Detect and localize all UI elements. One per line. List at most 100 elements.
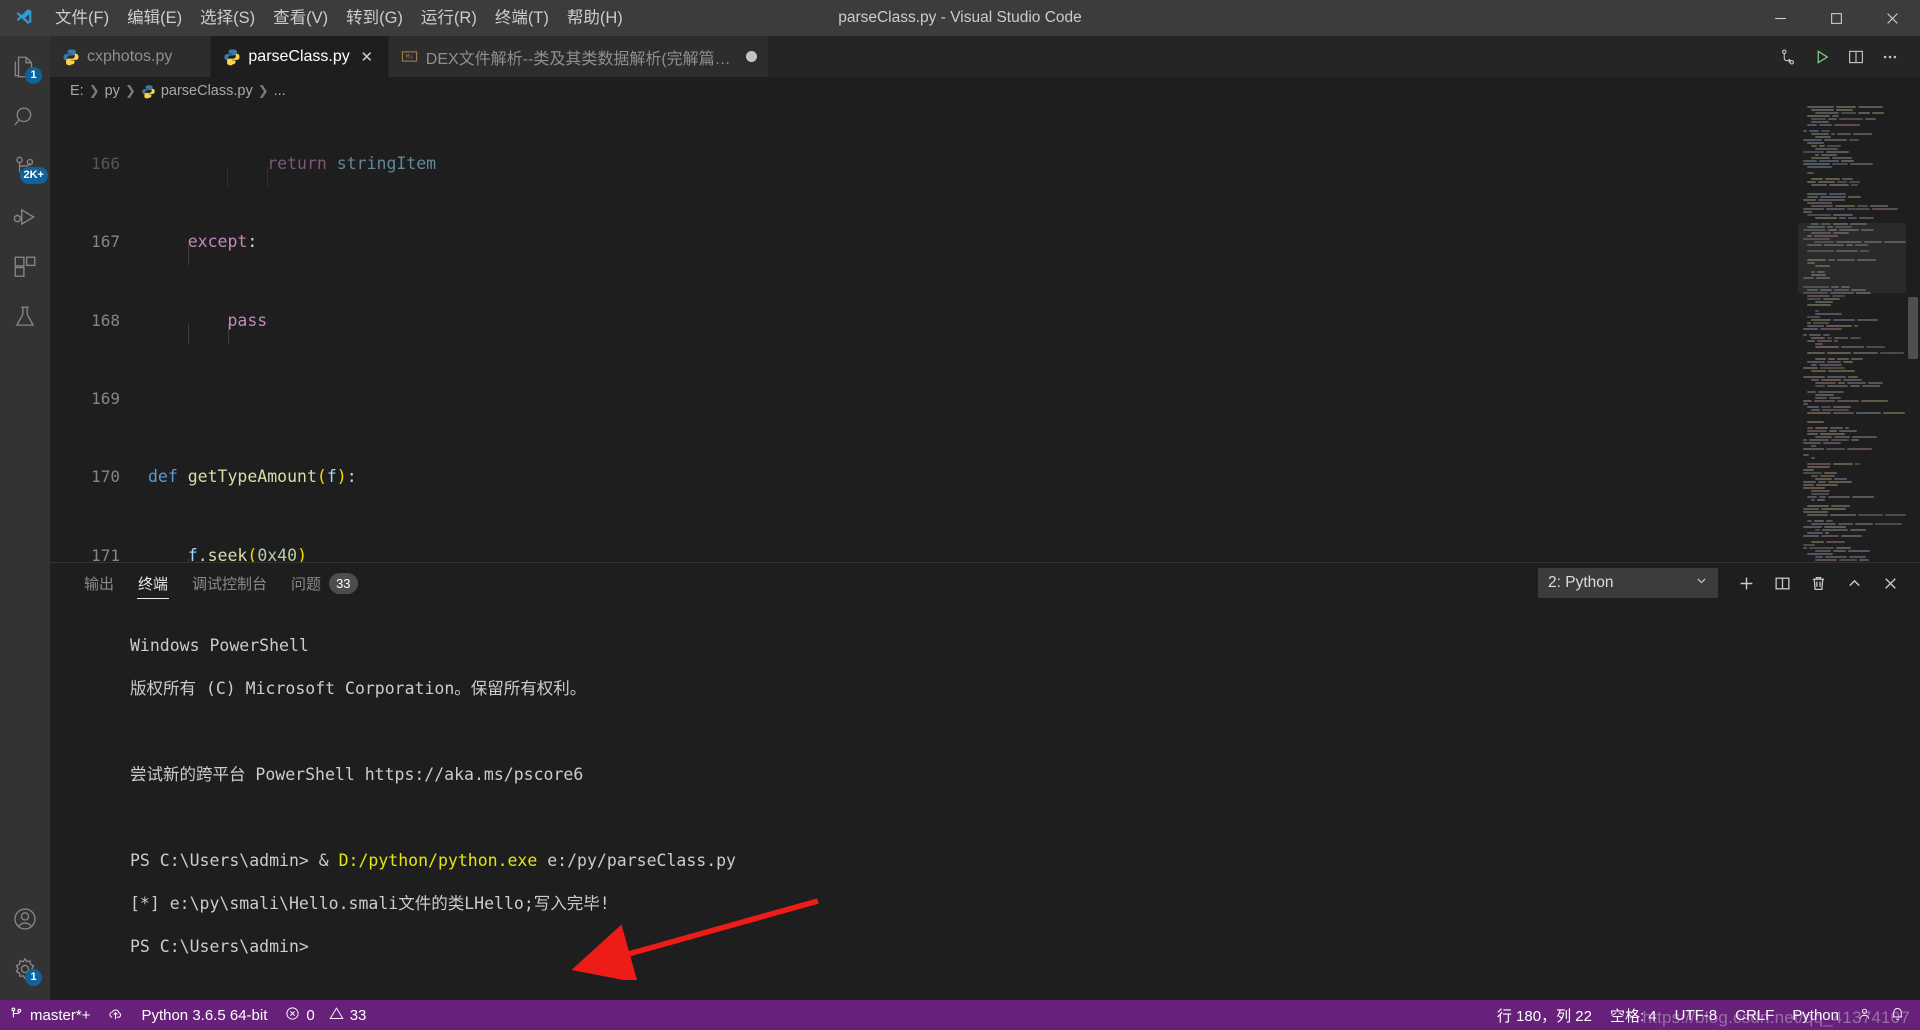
status-notifications[interactable]	[1881, 1000, 1914, 1030]
terminal-line: 尝试新的跨平台 PowerShell https://aka.ms/pscore…	[130, 764, 584, 784]
line-number: 171	[91, 545, 120, 562]
cloud-upload-icon	[108, 1006, 123, 1025]
maximize-button[interactable]	[1808, 0, 1864, 36]
warning-count: 33	[349, 1006, 367, 1024]
activity-item-testing[interactable]	[0, 292, 50, 342]
panel-tab-label: 输出	[84, 575, 115, 593]
close-button[interactable]	[1864, 0, 1920, 36]
terminal-interpreter-path: D:/python/python.exe	[338, 850, 538, 870]
status-indentation[interactable]: 空格: 4	[1601, 1000, 1666, 1030]
status-feedback[interactable]	[1848, 1000, 1881, 1030]
kill-terminal-button[interactable]	[1802, 567, 1834, 599]
new-terminal-button[interactable]	[1730, 567, 1762, 599]
breadcrumb: E: ❯ py ❯ parseClass.py ❯ ...	[50, 77, 1920, 105]
menu-run[interactable]: 运行(R)	[412, 0, 486, 36]
more-actions-button[interactable]	[1874, 41, 1906, 73]
panel-tab-problems[interactable]: 问题 33	[279, 563, 369, 603]
status-sync[interactable]	[99, 1000, 132, 1030]
maximize-panel-button[interactable]	[1838, 567, 1870, 599]
breadcrumb-item-symbol[interactable]: ...	[274, 83, 286, 99]
error-icon	[285, 1006, 300, 1025]
panel-tab-output[interactable]: 输出	[72, 563, 126, 603]
close-panel-button[interactable]	[1874, 567, 1906, 599]
run-python-file-button[interactable]	[1806, 41, 1838, 73]
terminal-instance-select[interactable]: 2: Python	[1538, 568, 1718, 598]
activity-item-search[interactable]	[0, 92, 50, 142]
workbench-body: 1 2K+ 1 cxphotos.py parseClass.py ✕ M↓ D…	[0, 36, 1920, 1000]
tab-label: DEX文件解析--类及其类数据解析(完解篇).md	[425, 50, 735, 68]
tab-dirty-indicator[interactable]	[745, 51, 757, 62]
activity-item-explorer[interactable]: 1	[0, 42, 50, 92]
compare-changes-icon[interactable]	[1772, 41, 1804, 73]
panel-tab-debug-console[interactable]: 调试控制台	[180, 563, 279, 603]
status-bar-left: master*+ Python 3.6.5 64-bit 0 33	[0, 1000, 375, 1030]
minimap[interactable]	[1798, 105, 1906, 562]
editor-tabs: cxphotos.py ✕ parseClass.py ✕	[50, 36, 769, 77]
status-encoding[interactable]: UTF-8	[1666, 1000, 1727, 1030]
split-editor-button[interactable]	[1840, 41, 1872, 73]
breadcrumb-separator-icon: ❯	[88, 83, 100, 98]
editor-tab-bar: cxphotos.py ✕ parseClass.py ✕	[50, 36, 1920, 77]
vscode-logo-icon	[0, 0, 46, 36]
source-control-icon	[9, 1006, 24, 1025]
menu-selection[interactable]: 选择(S)	[191, 0, 264, 36]
terminal-line-command: PS C:\Users\admin> & D:/python/python.ex…	[130, 850, 736, 870]
code-line: 167 except:	[50, 232, 1920, 266]
editor-tab-cxphotos[interactable]: cxphotos.py ✕	[50, 36, 212, 77]
minimize-button[interactable]	[1752, 0, 1808, 36]
python-version-label: Python 3.6.5 64-bit	[141, 1006, 268, 1024]
panel-tab-label: 问题	[291, 575, 322, 593]
editor-tab-dex-markdown[interactable]: M↓ DEX文件解析--类及其类数据解析(完解篇).md	[388, 36, 769, 77]
tab-close-icon[interactable]: ✕	[357, 47, 377, 67]
menu-bar[interactable]: 文件(F) 编辑(E) 选择(S) 查看(V) 转到(G) 运行(R) 终端(T…	[46, 0, 632, 36]
menu-go[interactable]: 转到(G)	[337, 0, 412, 36]
status-git-branch[interactable]: master*+	[0, 1000, 99, 1030]
split-terminal-button[interactable]	[1766, 567, 1798, 599]
python-icon	[141, 84, 156, 99]
activity-item-settings[interactable]: 1	[0, 944, 50, 994]
activity-item-accounts[interactable]	[0, 894, 50, 944]
python-icon	[223, 48, 241, 66]
breadcrumb-item-folder[interactable]: py	[105, 83, 120, 99]
status-language-mode[interactable]: Python	[1783, 1000, 1848, 1030]
terminal-output[interactable]: Windows PowerShell 版权所有 (C) Microsoft Co…	[50, 603, 1920, 1000]
status-cursor-position[interactable]: 行 180，列 22	[1488, 1000, 1601, 1030]
line-number: 166	[91, 153, 120, 173]
chevron-down-icon	[1695, 574, 1708, 592]
menu-help[interactable]: 帮助(H)	[558, 0, 632, 36]
activity-item-extensions[interactable]	[0, 242, 50, 292]
code-line: 170 def getTypeAmount(f):	[50, 467, 1920, 487]
line-number: 170	[91, 467, 120, 487]
status-eol[interactable]: CRLF	[1726, 1000, 1783, 1030]
code-lines: 166 return stringItem 167 except: 168 pa…	[50, 105, 1920, 562]
status-problems[interactable]: 0 33	[276, 1000, 375, 1030]
minimap-lines	[1798, 105, 1906, 562]
breadcrumb-separator-icon: ❯	[124, 83, 136, 98]
breadcrumb-item-file[interactable]: parseClass.py	[161, 83, 253, 99]
activity-item-run-debug[interactable]	[0, 192, 50, 242]
code-editor[interactable]: 166 return stringItem 167 except: 168 pa…	[50, 105, 1920, 562]
status-bar: master*+ Python 3.6.5 64-bit 0 33 行 180，…	[0, 1000, 1920, 1030]
minimap-slider[interactable]	[1798, 223, 1906, 293]
svg-text:M↓: M↓	[406, 54, 413, 61]
error-count: 0	[306, 1006, 315, 1024]
editor-scrollbar[interactable]	[1906, 105, 1920, 562]
breadcrumb-separator-icon: ❯	[257, 83, 269, 98]
menu-file[interactable]: 文件(F)	[46, 0, 118, 36]
activity-item-source-control[interactable]: 2K+	[0, 142, 50, 192]
code-line: 166 return stringItem	[50, 153, 1920, 187]
breadcrumb-item-drive[interactable]: E:	[70, 83, 84, 99]
menu-view[interactable]: 查看(V)	[264, 0, 337, 36]
panel-tab-label: 调试控制台	[192, 575, 268, 593]
editor-scrollbar-thumb[interactable]	[1908, 297, 1918, 359]
status-bar-right: 行 180，列 22 空格: 4 UTF-8 CRLF Python	[1488, 1000, 1920, 1030]
python-icon	[62, 48, 80, 66]
panel-tab-terminal[interactable]: 终端	[126, 563, 180, 603]
editor-tab-parseclass[interactable]: parseClass.py ✕	[211, 36, 389, 77]
panel-tab-label: 终端	[138, 575, 169, 593]
status-python-interpreter[interactable]: Python 3.6.5 64-bit	[132, 1000, 276, 1030]
panel-actions: 2: Python	[1538, 567, 1920, 599]
menu-terminal[interactable]: 终端(T)	[486, 0, 558, 36]
menu-edit[interactable]: 编辑(E)	[118, 0, 191, 36]
